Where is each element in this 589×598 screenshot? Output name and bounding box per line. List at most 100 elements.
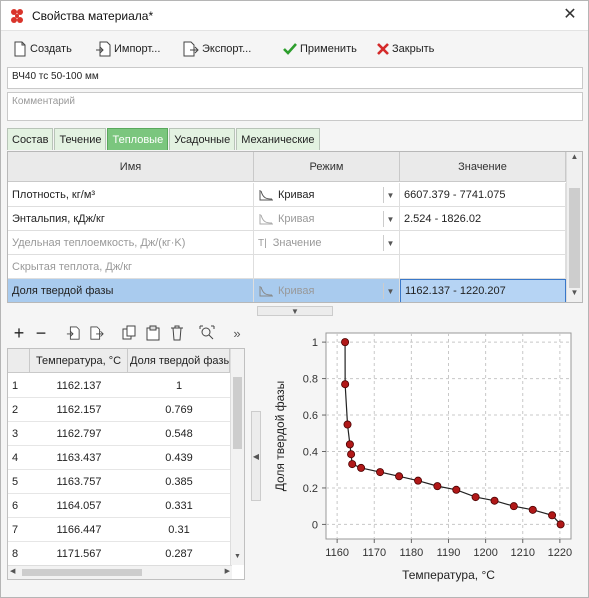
chevron-down-icon[interactable]: ▼ xyxy=(383,211,397,227)
trash-icon[interactable] xyxy=(167,323,187,343)
x-axis-label: Температура, °C xyxy=(402,568,495,582)
temperature-cell[interactable]: 1162.137 xyxy=(30,374,128,398)
create-button[interactable]: Создать xyxy=(13,39,72,59)
property-row[interactable]: Плотность, кг/м³ Кривая ▼ 6607.379 - 774… xyxy=(8,183,566,207)
mode-combo[interactable]: Кривая ▼ xyxy=(254,183,400,207)
chevron-down-icon[interactable]: ▼ xyxy=(383,283,397,299)
temperature-cell[interactable]: 1163.757 xyxy=(30,470,128,494)
y-tick-label: 0.6 xyxy=(303,410,318,422)
more-icon[interactable]: » xyxy=(227,323,247,343)
horizontal-splitter[interactable]: ▼ xyxy=(257,306,333,316)
import-icon[interactable] xyxy=(63,323,83,343)
export-icon[interactable] xyxy=(87,323,107,343)
table-scrollbar[interactable]: ▼ xyxy=(230,349,244,565)
checkmark-icon xyxy=(283,43,297,55)
table-row[interactable]: 7 1166.447 0.31 xyxy=(8,518,230,542)
tab-composition[interactable]: Состав xyxy=(7,128,54,150)
apply-button[interactable]: Применить xyxy=(283,39,357,59)
temperature-cell[interactable]: 1171.567 xyxy=(30,542,128,566)
property-value[interactable] xyxy=(400,231,566,255)
material-name-field[interactable]: ВЧ40 тс 50-100 мм xyxy=(7,67,583,89)
solid-fraction-cell[interactable]: 0.31 xyxy=(128,518,230,542)
header-solid-fraction[interactable]: Доля твердой фазы xyxy=(128,349,230,373)
scroll-down-icon[interactable]: ▼ xyxy=(231,553,244,565)
close-button[interactable]: Закрыть xyxy=(377,39,434,59)
property-row[interactable]: Скрытая теплота, Дж/кг xyxy=(8,255,566,279)
scroll-thumb[interactable] xyxy=(22,569,142,576)
table-row[interactable]: 5 1163.757 0.385 xyxy=(8,470,230,494)
solid-fraction-cell[interactable]: 0.439 xyxy=(128,446,230,470)
row-number: 8 xyxy=(12,548,19,560)
data-point xyxy=(348,460,357,469)
table-row[interactable]: 2 1162.157 0.769 xyxy=(8,398,230,422)
y-tick-label: 0.8 xyxy=(303,374,318,386)
curve-toolbar: + − » xyxy=(7,321,247,345)
property-value[interactable]: 1162.137 - 1220.207 xyxy=(400,279,566,302)
close-window-icon[interactable]: ✕ xyxy=(560,5,580,25)
mode-combo[interactable]: T| Значение ▼ xyxy=(254,231,400,255)
zoom-fit-icon[interactable] xyxy=(197,323,217,343)
header-value[interactable]: Значение xyxy=(400,152,566,182)
temperature-cell[interactable]: 1162.797 xyxy=(30,422,128,446)
scroll-right-icon[interactable]: ▶ xyxy=(225,567,230,575)
property-row[interactable]: Энтальпия, кДж/кг Кривая ▼ 2.524 - 1826.… xyxy=(8,207,566,231)
apply-label: Применить xyxy=(300,43,357,55)
mode-combo[interactable]: Кривая ▼ xyxy=(254,207,400,231)
solid-fraction-cell[interactable]: 1 xyxy=(128,374,230,398)
scroll-thumb[interactable] xyxy=(233,377,242,449)
solid-fraction-cell[interactable]: 0.287 xyxy=(128,542,230,566)
scroll-up-icon[interactable]: ▲ xyxy=(567,152,582,166)
import-label: Импорт... xyxy=(114,43,161,55)
temperature-cell[interactable]: 1162.157 xyxy=(30,398,128,422)
header-temperature[interactable]: Температура, °C xyxy=(30,349,128,373)
comment-field[interactable]: Комментарий xyxy=(7,92,583,121)
export-button[interactable]: Экспорт... xyxy=(183,39,251,59)
tab-shrinkage[interactable]: Усадочные xyxy=(169,128,236,150)
table-row[interactable]: 4 1163.437 0.439 xyxy=(8,446,230,470)
grid-scrollbar[interactable]: ▲ ▼ xyxy=(566,152,582,302)
table-row[interactable]: 1 1162.137 1 xyxy=(8,374,230,398)
data-point xyxy=(345,440,354,449)
chevron-down-icon[interactable]: ▼ xyxy=(383,235,397,251)
paste-icon[interactable] xyxy=(143,323,163,343)
property-row[interactable]: Удельная теплоемкость, Дж/(кг·K) T| Знач… xyxy=(8,231,566,255)
table-row[interactable]: 6 1164.057 0.331 xyxy=(8,494,230,518)
tab-mechanical[interactable]: Механические xyxy=(236,128,320,150)
scroll-down-icon[interactable]: ▼ xyxy=(567,288,582,302)
table-row[interactable]: 3 1162.797 0.548 xyxy=(8,422,230,446)
header-name[interactable]: Имя xyxy=(8,152,254,182)
property-name: Доля твердой фазы xyxy=(8,279,254,302)
solid-fraction-cell[interactable]: 0.385 xyxy=(128,470,230,494)
mode-combo[interactable]: Кривая ▼ xyxy=(254,279,400,302)
tab-flow[interactable]: Течение xyxy=(54,128,107,150)
property-row-selected[interactable]: Доля твердой фазы Кривая ▼ 1162.137 - 12… xyxy=(8,279,566,302)
copy-icon[interactable] xyxy=(119,323,139,343)
solid-fraction-cell[interactable]: 0.548 xyxy=(128,422,230,446)
import-button[interactable]: Импорт... xyxy=(95,39,160,59)
material-properties-window: Свойства материала* ✕ Создать Импорт... … xyxy=(0,0,589,598)
temperature-cell[interactable]: 1166.447 xyxy=(30,518,128,542)
table-row[interactable]: 8 1171.567 0.287 xyxy=(8,542,230,566)
property-name: Удельная теплоемкость, Дж/(кг·K) xyxy=(8,231,254,255)
remove-row-icon[interactable]: − xyxy=(31,323,51,343)
scroll-thumb[interactable] xyxy=(569,188,580,288)
add-row-icon[interactable]: + xyxy=(9,323,29,343)
chevron-down-icon[interactable]: ▼ xyxy=(383,187,397,203)
solid-fraction-cell[interactable]: 0.331 xyxy=(128,494,230,518)
y-tick-label: 0.4 xyxy=(303,446,318,458)
property-value[interactable]: 2.524 - 1826.02 xyxy=(400,207,566,231)
vertical-splitter[interactable]: ◀ xyxy=(251,411,261,501)
solid-fraction-cell[interactable]: 0.769 xyxy=(128,398,230,422)
x-tick-label: 1170 xyxy=(362,547,386,559)
tab-thermal[interactable]: Тепловые xyxy=(107,128,169,150)
property-value[interactable] xyxy=(400,255,566,279)
temperature-cell[interactable]: 1164.057 xyxy=(30,494,128,518)
table-horizontal-scrollbar[interactable]: ◀ ▶ xyxy=(8,565,232,579)
temperature-cell[interactable]: 1163.437 xyxy=(30,446,128,470)
header-mode[interactable]: Режим xyxy=(254,152,400,182)
curve-icon xyxy=(259,214,273,225)
data-point xyxy=(376,468,385,477)
scroll-left-icon[interactable]: ◀ xyxy=(10,567,15,575)
y-tick-label: 0.2 xyxy=(303,483,318,495)
property-value[interactable]: 6607.379 - 7741.075 xyxy=(400,183,566,207)
